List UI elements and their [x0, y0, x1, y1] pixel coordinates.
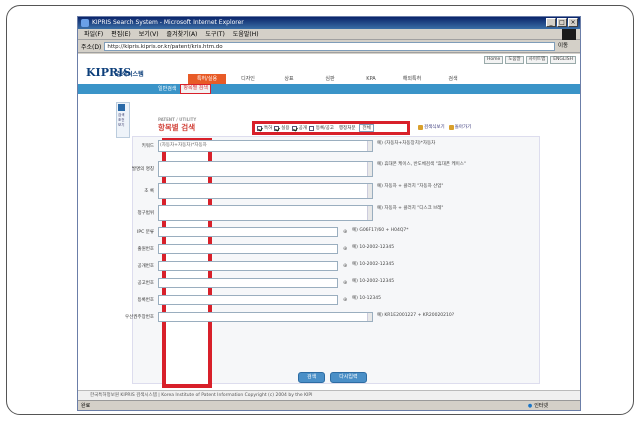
close-button[interactable]: ×: [568, 18, 578, 27]
option-label: 특허: [264, 126, 273, 131]
lookup-icon[interactable]: ⊕: [343, 297, 347, 303]
menu-item[interactable]: 파일(F): [84, 29, 103, 39]
maximize-button[interactable]: □: [557, 18, 567, 27]
field-example: 예) KR1E2001227 + KR20020210?: [377, 313, 455, 318]
scrollbar[interactable]: [367, 206, 372, 220]
option-checkbox[interactable]: [257, 125, 262, 131]
field-example: 예) 10-2002-12345: [352, 262, 395, 267]
field-input[interactable]: [158, 295, 338, 305]
field-example: 예) 자동차 + 클러치 "디스크 브레": [377, 206, 444, 211]
option-checkbox[interactable]: [308, 125, 314, 131]
menu-item[interactable]: 도구(T): [205, 29, 224, 39]
field-example: 예) 자동차 + 클러치 "자동차 산업": [377, 184, 444, 189]
left-quick-box[interactable]: 검색 조건 보기: [116, 102, 130, 138]
field-label: 초 록: [144, 189, 154, 194]
field-input[interactable]: [158, 278, 338, 288]
menu-bar: 파일(F) 편집(E) 보기(V) 즐겨찾기(A) 도구(T) 도움말(H): [78, 29, 580, 40]
field-label: IPC 분류: [137, 230, 154, 235]
scrollbar[interactable]: [367, 141, 372, 151]
status-bar: 완료 인터넷: [78, 400, 580, 410]
field-input[interactable]: (자동차+자동차)*자동차: [158, 140, 373, 152]
left-box-label: 검색 조건 보기: [118, 113, 125, 127]
option-label: 공개: [298, 126, 307, 131]
title-bar: KIPRIS Search System - Microsoft Interne…: [78, 17, 580, 29]
field-example: 예) (자동차+차동장치)*자동차: [377, 141, 436, 146]
address-bar: 주소(D) http://kipris.kipris.or.kr/patent/…: [78, 40, 580, 53]
search-button[interactable]: 검색: [298, 372, 326, 383]
field-label: 등록번호: [137, 298, 154, 303]
windows-logo-icon: [562, 29, 576, 40]
field-input[interactable]: [158, 205, 373, 221]
field-input[interactable]: [158, 161, 373, 177]
back-link[interactable]: 돌아가기: [448, 124, 471, 130]
field-input[interactable]: [158, 183, 373, 199]
address-label: 주소(D): [81, 43, 102, 51]
field-input[interactable]: [158, 227, 338, 237]
field-example: 예) 휴대폰 케이스, 반도체검색 "휴대폰 케이스": [377, 162, 466, 167]
menu-item[interactable]: 즐겨찾기(A): [167, 29, 198, 39]
image-frame: KIPRIS Search System - Microsoft Interne…: [6, 5, 634, 415]
field-input[interactable]: [158, 312, 373, 322]
subnav-item[interactable]: 일반검색: [158, 84, 176, 94]
lookup-icon[interactable]: ⊕: [343, 280, 347, 286]
form-buttons: 검색 다시입력: [298, 372, 367, 383]
field-input[interactable]: [158, 244, 338, 254]
status-filter-label: 행정처분: [338, 126, 356, 131]
subnav-item[interactable]: 항목별 검색: [180, 84, 211, 94]
field-label: 공개번호: [137, 264, 154, 269]
field-label: 발명의 명칭: [131, 167, 154, 172]
top-link[interactable]: Home: [483, 56, 504, 64]
page-content: Home 도움말 사이트맵 ENGLISH KIPRIS 검색시스템 특허/실용 디자인…: [78, 54, 580, 402]
browser-window: KIPRIS Search System - Microsoft Interne…: [77, 16, 581, 411]
menu-item[interactable]: 도움말(H): [233, 29, 259, 39]
logo-subtitle: 검색시스템: [116, 71, 144, 78]
lookup-icon[interactable]: ⊕: [343, 263, 347, 269]
field-example: 예) 10-2002-12345: [352, 279, 395, 284]
option-checkbox[interactable]: [291, 125, 297, 131]
option-label: 실용: [281, 126, 290, 131]
field-label: 키워드: [141, 144, 154, 149]
reset-button[interactable]: 다시입력: [330, 372, 367, 383]
view-query-link[interactable]: 검색식보기: [418, 124, 445, 130]
zone-indicator: 인터넷: [528, 401, 548, 410]
page-title: PATENT / UTILITY 항목별 검색: [158, 117, 197, 132]
top-link[interactable]: 도움말: [505, 56, 524, 64]
field-label: 공고번호: [137, 281, 154, 286]
field-example: 예) 10-2002-12345: [352, 245, 395, 250]
ie-icon: [81, 19, 89, 27]
field-input[interactable]: [158, 261, 338, 271]
search-condition-icon: [118, 104, 125, 111]
lookup-icon[interactable]: ⊕: [343, 246, 347, 252]
page-title-small: PATENT / UTILITY: [158, 117, 197, 122]
option-checkbox[interactable]: [274, 125, 280, 131]
top-links: Home 도움말 사이트맵 ENGLISH: [483, 56, 576, 64]
magnifier-icon: [418, 124, 423, 130]
field-label: 출원번호: [137, 247, 154, 252]
status-text: 완료: [81, 403, 91, 409]
search-options: 특허 실용 공개 등록/공고 행정처분 전체: [252, 121, 410, 135]
menu-item[interactable]: 보기(V): [139, 29, 159, 39]
scrollbar[interactable]: [367, 162, 372, 176]
menu-item[interactable]: 편집(E): [111, 29, 131, 39]
field-label: 청구범위: [137, 211, 154, 216]
extra-links: 검색식보기 돌아가기: [418, 124, 471, 130]
go-button[interactable]: 이동: [558, 42, 580, 51]
top-link[interactable]: ENGLISH: [550, 56, 576, 64]
top-link[interactable]: 사이트맵: [525, 56, 549, 64]
field-example: 예) 10-12345: [352, 296, 381, 301]
field-label: 우선권주장번호: [125, 315, 154, 320]
field-example: 예) G06F17/60 + H04Q7*: [352, 228, 409, 233]
sub-nav: 일반검색 항목별 검색: [78, 84, 580, 94]
lookup-icon[interactable]: ⊕: [343, 229, 347, 235]
book-icon: [448, 124, 454, 130]
address-input[interactable]: http://kipris.kipris.or.kr/patent/kris.h…: [104, 41, 555, 51]
scrollbar[interactable]: [367, 313, 372, 321]
window-title: KIPRIS Search System - Microsoft Interne…: [92, 19, 244, 26]
status-filter-select[interactable]: 전체: [359, 124, 374, 132]
option-label: 등록/공고: [315, 126, 334, 131]
minimize-button[interactable]: _: [546, 18, 556, 27]
scrollbar[interactable]: [367, 184, 372, 198]
